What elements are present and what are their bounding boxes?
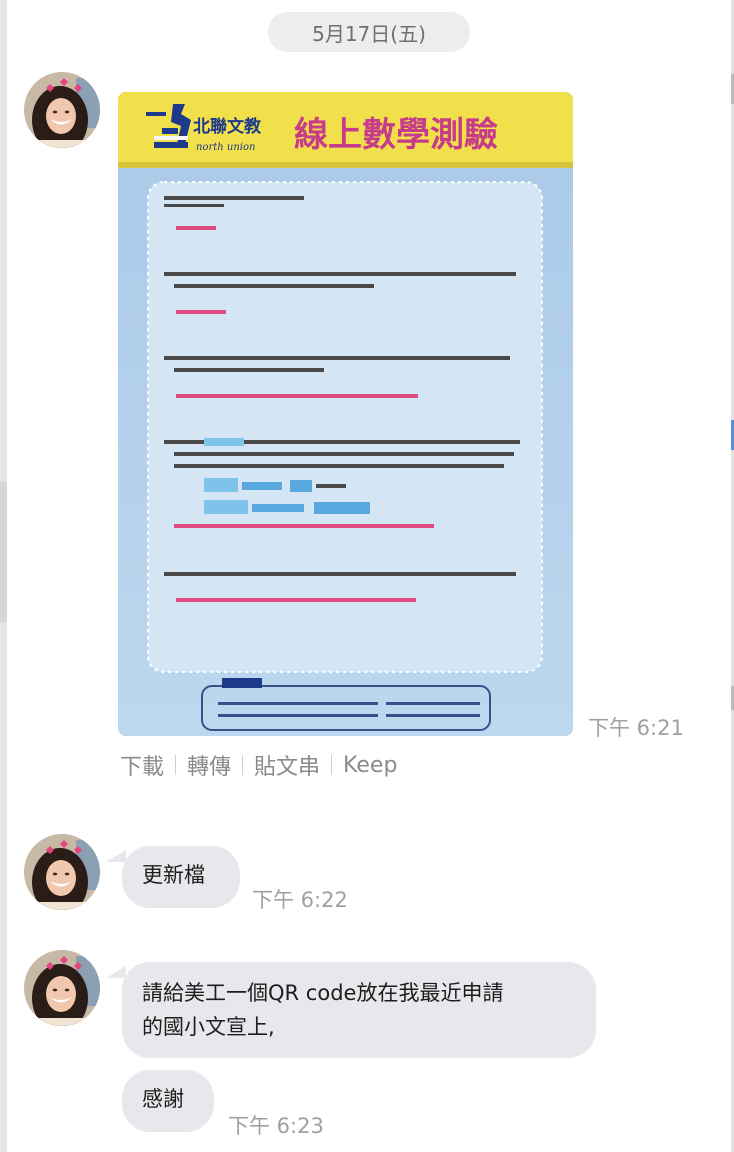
action-divider	[175, 755, 177, 775]
shared-image-flyer[interactable]: 北聯文教 north union 線上數學測驗	[118, 92, 573, 736]
sender-avatar[interactable]	[24, 834, 100, 910]
message-text: 更新檔	[142, 863, 205, 887]
post-thread-link[interactable]: 貼文串	[254, 749, 320, 781]
message-text-line: 請給美工一個QR code放在我最近申請	[142, 981, 504, 1005]
left-panel-handle	[0, 482, 7, 622]
keep-link[interactable]: Keep	[343, 753, 397, 778]
chat-view: 5月17日(五) 北聯文教 north union 線上數學測驗 下午 6:21…	[0, 0, 734, 1152]
image-actions: 下載 轉傳 貼文串 Keep	[120, 748, 397, 782]
message-bubble[interactable]: 感謝	[122, 1070, 214, 1132]
message-text-line: 的國小文宣上,	[142, 1015, 275, 1039]
action-divider	[331, 755, 333, 775]
forward-link[interactable]: 轉傳	[187, 749, 231, 781]
sender-avatar[interactable]	[24, 72, 100, 148]
bubble-tail	[106, 966, 126, 978]
download-link[interactable]: 下載	[120, 749, 164, 781]
date-separator: 5月17日(五)	[268, 12, 470, 52]
message-timestamp: 下午 6:22	[252, 888, 348, 912]
flyer-brand-en: north union	[196, 142, 255, 153]
message-timestamp: 下午 6:23	[228, 1114, 324, 1138]
avatar-photo	[24, 834, 100, 910]
message-text: 感謝	[142, 1087, 184, 1111]
avatar-photo	[24, 72, 100, 148]
avatar-photo	[24, 950, 100, 1026]
action-divider	[242, 755, 244, 775]
message-bubble[interactable]: 請給美工一個QR code放在我最近申請 的國小文宣上,	[122, 962, 596, 1058]
bubble-tail	[106, 850, 126, 862]
flyer-graphic: 北聯文教 north union 線上數學測驗	[118, 92, 573, 736]
flyer-title: 線上數學測驗	[294, 115, 498, 155]
message-bubble[interactable]: 更新檔	[122, 846, 240, 908]
flyer-brand-cn: 北聯文教	[193, 116, 262, 137]
sender-avatar[interactable]	[24, 950, 100, 1026]
image-timestamp: 下午 6:21	[588, 716, 684, 740]
